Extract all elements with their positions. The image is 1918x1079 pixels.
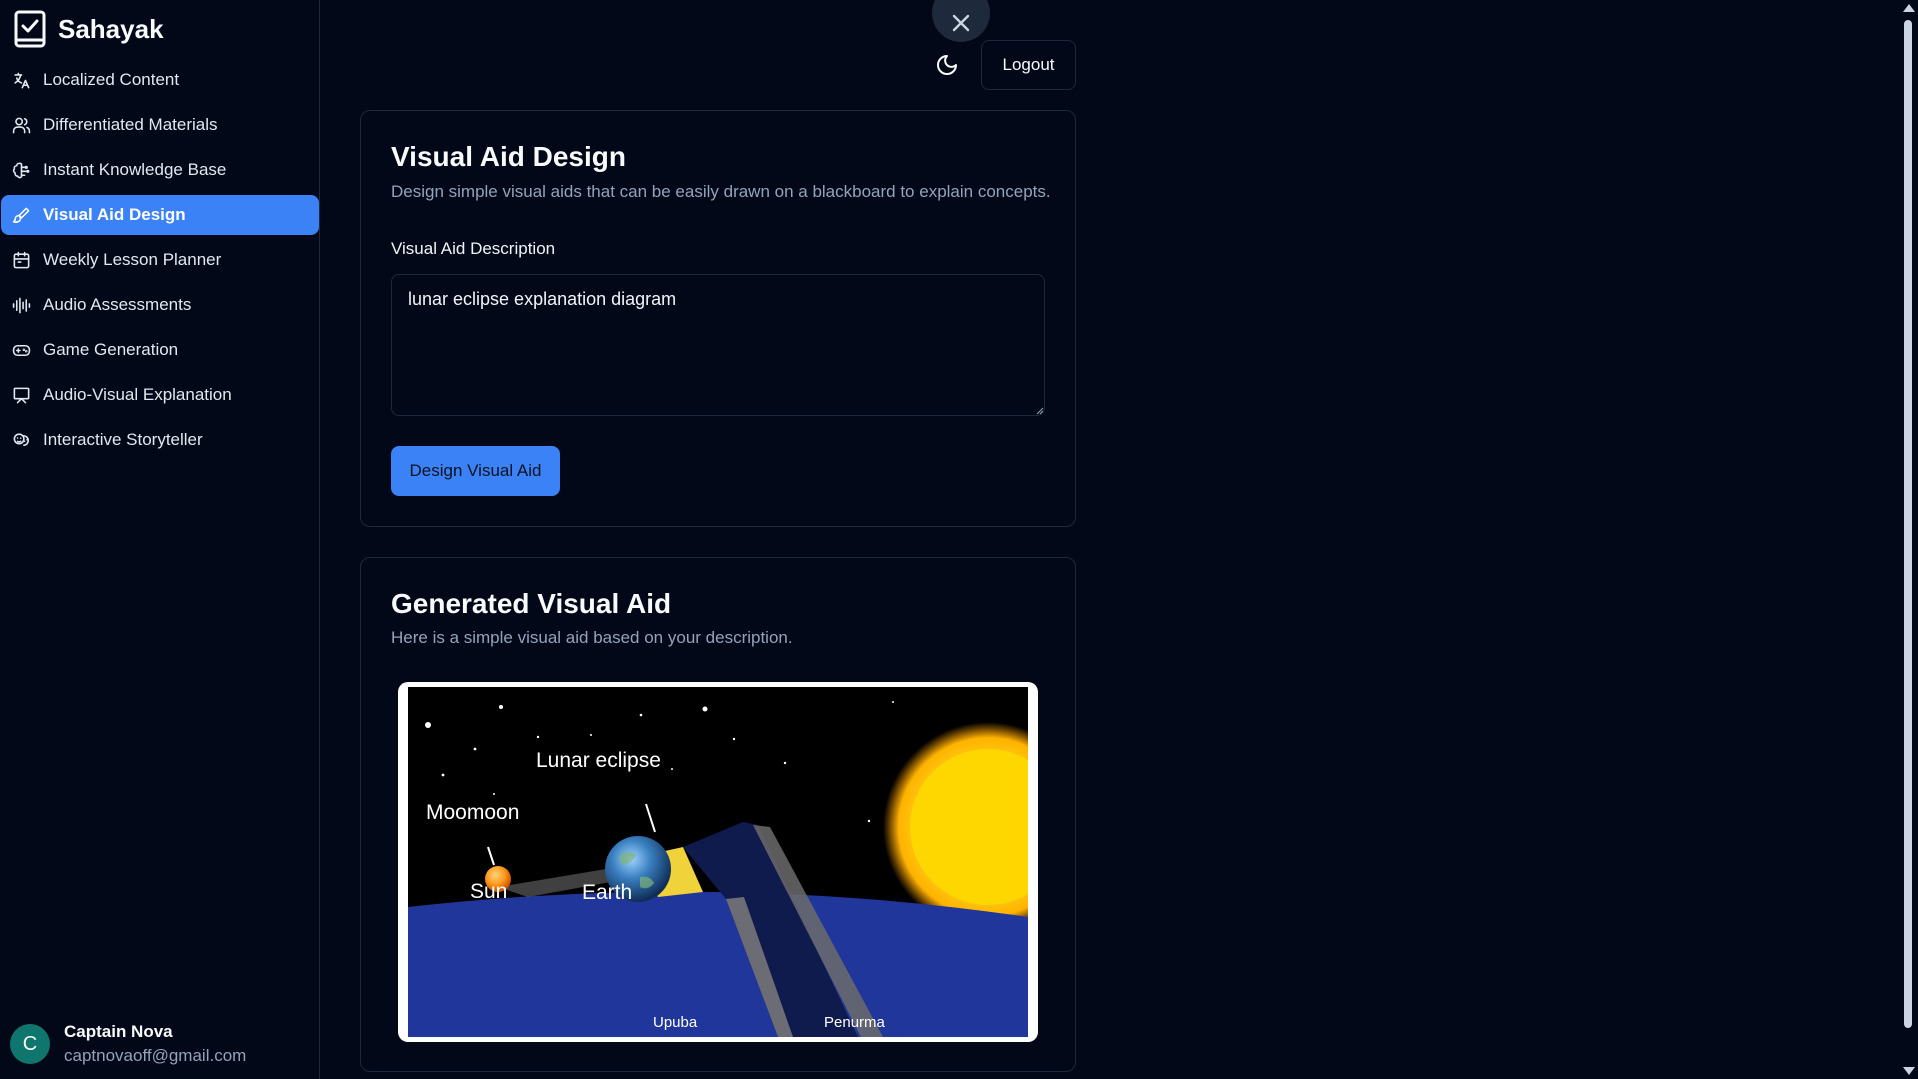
sidebar-item-weekly-lesson-planner[interactable]: Weekly Lesson Planner [1, 240, 319, 280]
brain-icon [11, 160, 31, 180]
sidebar-item-visual-aid-design[interactable]: Visual Aid Design [1, 195, 319, 235]
label-moon: Moomoon [426, 801, 519, 824]
page-scrollbar[interactable] [1898, 0, 1918, 1079]
logout-button[interactable]: Logout [981, 40, 1076, 90]
calendar-icon [11, 250, 31, 270]
sidebar-item-label: Weekly Lesson Planner [43, 250, 222, 269]
sidebar-item-localized-content[interactable]: Localized Content [1, 60, 319, 100]
label-penumbra: Penurma [824, 1014, 886, 1031]
user-info: Captain Nova captnovaoff@gmail.com [64, 1022, 246, 1066]
visual-aid-design-card: Visual Aid Design Design simple visual a… [360, 110, 1076, 527]
sidebar-item-label: Audio Assessments [43, 295, 192, 314]
app-root: Sahayak Localized Content Differentiated… [0, 0, 1918, 1079]
sidebar-item-interactive-storyteller[interactable]: Interactive Storyteller [1, 420, 319, 460]
app-name: Sahayak [58, 13, 164, 44]
card-description: Design simple visual aids that can be ea… [391, 182, 1051, 201]
scroll-thumb[interactable] [1904, 20, 1912, 1028]
sidebar-item-label: Audio-Visual Explanation [43, 385, 232, 404]
sidebar-item-label: Game Generation [43, 340, 179, 359]
generated-diagram: Lunar eclipse Moomoon Sun Earth Upuba Pe… [398, 682, 1038, 1042]
lunar-eclipse-image: Lunar eclipse Moomoon Sun Earth Upuba Pe… [408, 687, 1028, 1037]
sidebar: Sahayak Localized Content Differentiated… [0, 0, 320, 1079]
label-lunar-eclipse: Lunar eclipse [536, 749, 661, 772]
card-title: Generated Visual Aid [391, 588, 672, 619]
languages-icon [11, 70, 31, 90]
scroll-down-arrow-icon[interactable] [1903, 1067, 1915, 1075]
sidebar-item-label: Visual Aid Design [43, 205, 186, 224]
visual-aid-description-input[interactable]: lunar eclipse explanation diagram [391, 274, 1045, 416]
drama-icon [11, 430, 31, 450]
moon-icon [937, 55, 957, 75]
label-earth: Earth [582, 881, 632, 904]
close-icon [952, 14, 970, 32]
brand[interactable]: Sahayak [14, 10, 164, 48]
user-name: Captain Nova [64, 1022, 173, 1041]
close-button[interactable] [932, 0, 990, 42]
scroll-up-arrow-icon[interactable] [1903, 4, 1915, 12]
label-sun: Sun [470, 880, 507, 903]
notebook-check-icon [14, 10, 46, 48]
gamepad-icon [11, 340, 31, 360]
theme-toggle-button[interactable] [932, 50, 962, 80]
card-title: Visual Aid Design [391, 141, 626, 172]
brush-icon [11, 205, 31, 225]
sidebar-item-audio-visual-explanation[interactable]: Audio-Visual Explanation [1, 375, 319, 415]
sidebar-item-game-generation[interactable]: Game Generation [1, 330, 319, 370]
card-description: Here is a simple visual aid based on you… [391, 628, 793, 647]
sidebar-item-audio-assessments[interactable]: Audio Assessments [1, 285, 319, 325]
sidebar-nav: Localized Content Differentiated Materia… [0, 60, 320, 465]
user-email: captnovaoff@gmail.com [64, 1046, 247, 1065]
presentation-icon [11, 385, 31, 405]
sidebar-item-instant-knowledge-base[interactable]: Instant Knowledge Base [1, 150, 319, 190]
audio-lines-icon [11, 295, 31, 315]
resize-handle-icon[interactable] [1034, 405, 1044, 415]
users-icon [11, 115, 31, 135]
sidebar-item-differentiated-materials[interactable]: Differentiated Materials [1, 105, 319, 145]
design-visual-aid-button[interactable]: Design Visual Aid [391, 446, 560, 496]
generated-visual-aid-card: Generated Visual Aid Here is a simple vi… [360, 557, 1076, 1072]
sidebar-item-label: Interactive Storyteller [43, 430, 203, 449]
sidebar-item-label: Instant Knowledge Base [43, 160, 227, 179]
field-label: Visual Aid Description [391, 239, 556, 258]
avatar: C [10, 1024, 50, 1064]
sidebar-item-label: Differentiated Materials [43, 115, 218, 134]
sidebar-item-label: Localized Content [43, 70, 180, 89]
user-profile[interactable]: C Captain Nova captnovaoff@gmail.com [10, 1022, 246, 1066]
label-umbra: Upuba [653, 1014, 698, 1031]
